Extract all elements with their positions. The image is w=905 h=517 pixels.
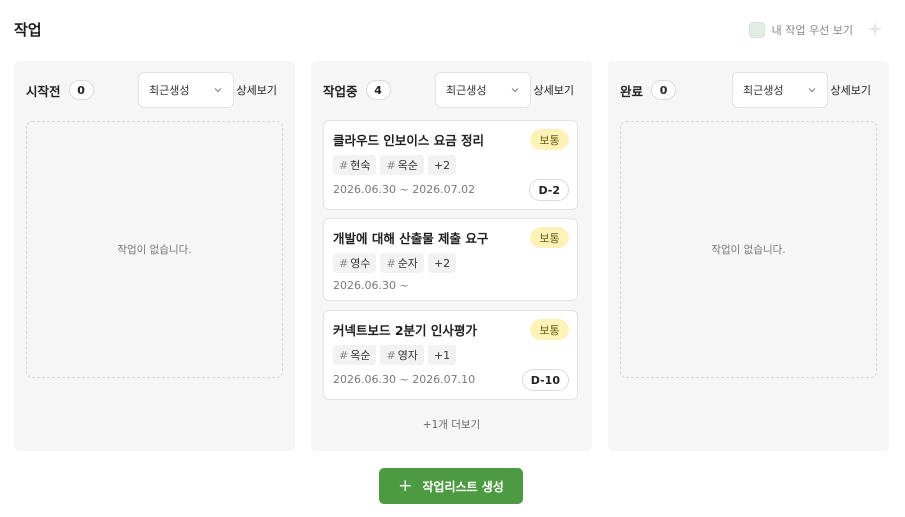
task-card[interactable]: 커넥트보드 2분기 인사평가 보통 # 옥순 # 영자 +1 2026.06.30 … [323, 310, 578, 400]
assignee-tag: # 현숙 [333, 155, 377, 175]
column-in-progress: 작업중 4 최근생성 상세보기 클라우드 인보이스 요금 정리 보통 # 현숙 #… [311, 61, 592, 451]
date-range: 2026.06.30 ~ 2026.07.02 [333, 183, 476, 196]
count-badge: 0 [68, 80, 94, 100]
assignee-tag: # 옥순 [380, 155, 424, 175]
checkbox[interactable] [748, 22, 765, 38]
column-title: 시작전 [26, 83, 61, 99]
my-tasks-first-toggle[interactable]: 내 작업 우선 보기 [748, 22, 853, 38]
column-done: 완료 0 최근생성 상세보기 작업이 없습니다. [608, 61, 889, 451]
plus-icon: + [398, 475, 413, 496]
column-title: 완료 [620, 83, 644, 99]
sort-label: 최근생성 [743, 84, 784, 97]
more-assignees: +1 [427, 345, 457, 365]
assignee-tags: # 현숙 # 옥순 +2 [333, 155, 457, 175]
count-badge: 4 [365, 80, 391, 100]
detail-link[interactable]: 상세보기 [534, 82, 574, 98]
empty-state: 작업이 없습니다. [26, 121, 283, 378]
detail-link[interactable]: 상세보기 [831, 82, 871, 98]
priority-badge: 보통 [530, 129, 569, 150]
create-tasklist-label: 작업리스트 생성 [422, 479, 504, 494]
sort-label: 최근생성 [446, 84, 487, 97]
dday-badge: D-10 [521, 369, 569, 391]
sparkle-icon[interactable] [867, 21, 883, 37]
column-todo: 시작전 0 최근생성 상세보기 작업이 없습니다. [14, 61, 295, 451]
date-range: 2026.06.30 ~ [333, 279, 409, 292]
chevron-down-icon [511, 88, 519, 93]
sort-select[interactable]: 최근생성 [435, 72, 531, 108]
sort-select[interactable]: 최근생성 [138, 72, 234, 108]
task-card[interactable]: 개발에 대해 산출물 제출 요구 보통 # 영수 # 순자 +2 2026.06.3… [323, 218, 578, 301]
chevron-down-icon [214, 88, 222, 93]
priority-badge: 보통 [530, 227, 569, 248]
sort-select[interactable]: 최근생성 [732, 72, 828, 108]
create-tasklist-button[interactable]: + 작업리스트 생성 [379, 468, 523, 504]
sort-label: 최근생성 [149, 84, 190, 97]
assignee-tags: # 영수 # 순자 +2 [333, 253, 457, 273]
date-range: 2026.06.30 ~ 2026.07.10 [333, 373, 476, 386]
my-tasks-first-label: 내 작업 우선 보기 [771, 24, 853, 37]
detail-link[interactable]: 상세보기 [237, 82, 277, 98]
assignee-tag: # 영수 [333, 253, 377, 273]
show-more-link[interactable]: +1개 더보기 [311, 417, 592, 432]
task-title: 클라우드 인보이스 요금 정리 [333, 133, 485, 148]
task-title: 개발에 대해 산출물 제출 요구 [333, 231, 489, 246]
priority-badge: 보통 [530, 319, 569, 340]
more-assignees: +2 [427, 155, 457, 175]
more-assignees: +2 [427, 253, 457, 273]
assignee-tag: # 옥순 [333, 345, 377, 365]
task-card[interactable]: 클라우드 인보이스 요금 정리 보통 # 현숙 # 옥순 +2 2026.06.30… [323, 120, 578, 210]
assignee-tags: # 옥순 # 영자 +1 [333, 345, 457, 365]
dday-badge: D-2 [529, 179, 569, 201]
empty-state: 작업이 없습니다. [620, 121, 877, 378]
column-title: 작업중 [323, 83, 358, 99]
assignee-tag: # 순자 [380, 253, 424, 273]
page-title: 작업 [14, 21, 42, 39]
count-badge: 0 [651, 80, 677, 100]
task-title: 커넥트보드 2분기 인사평가 [333, 323, 477, 338]
assignee-tag: # 영자 [380, 345, 424, 365]
chevron-down-icon [808, 88, 816, 93]
